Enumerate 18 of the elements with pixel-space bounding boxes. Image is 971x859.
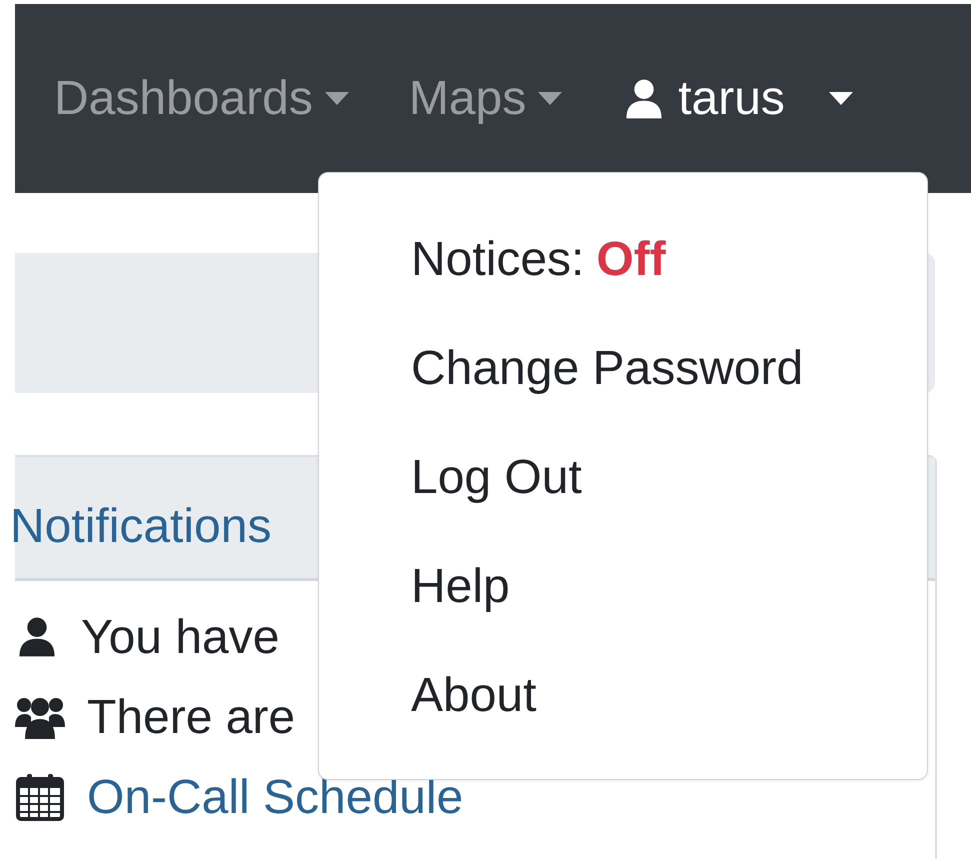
notification-text: You have [81, 610, 280, 664]
menu-item[interactable]: Change Password [319, 314, 927, 423]
schedule-link[interactable]: On-Call Schedule [87, 770, 464, 824]
caret-icon [538, 92, 562, 106]
menu-item[interactable]: Help [319, 532, 927, 641]
calendar-icon [15, 773, 65, 821]
nav-menu[interactable]: Dashboards [54, 71, 349, 126]
caret-icon [828, 92, 853, 106]
caret-icon [324, 92, 349, 106]
card-title: Notifications [10, 499, 272, 554]
user-menu-toggle[interactable]: tarus [622, 71, 853, 126]
menu-item[interactable]: About [319, 641, 927, 750]
notices-state: Off [596, 232, 666, 287]
notices-label: Notices: [411, 232, 584, 287]
notices-toggle[interactable]: Notices: Off [319, 205, 927, 314]
notification-text: There are [87, 690, 296, 744]
menu-item[interactable]: Log Out [319, 423, 927, 532]
nav-menu[interactable]: Maps [408, 71, 562, 126]
